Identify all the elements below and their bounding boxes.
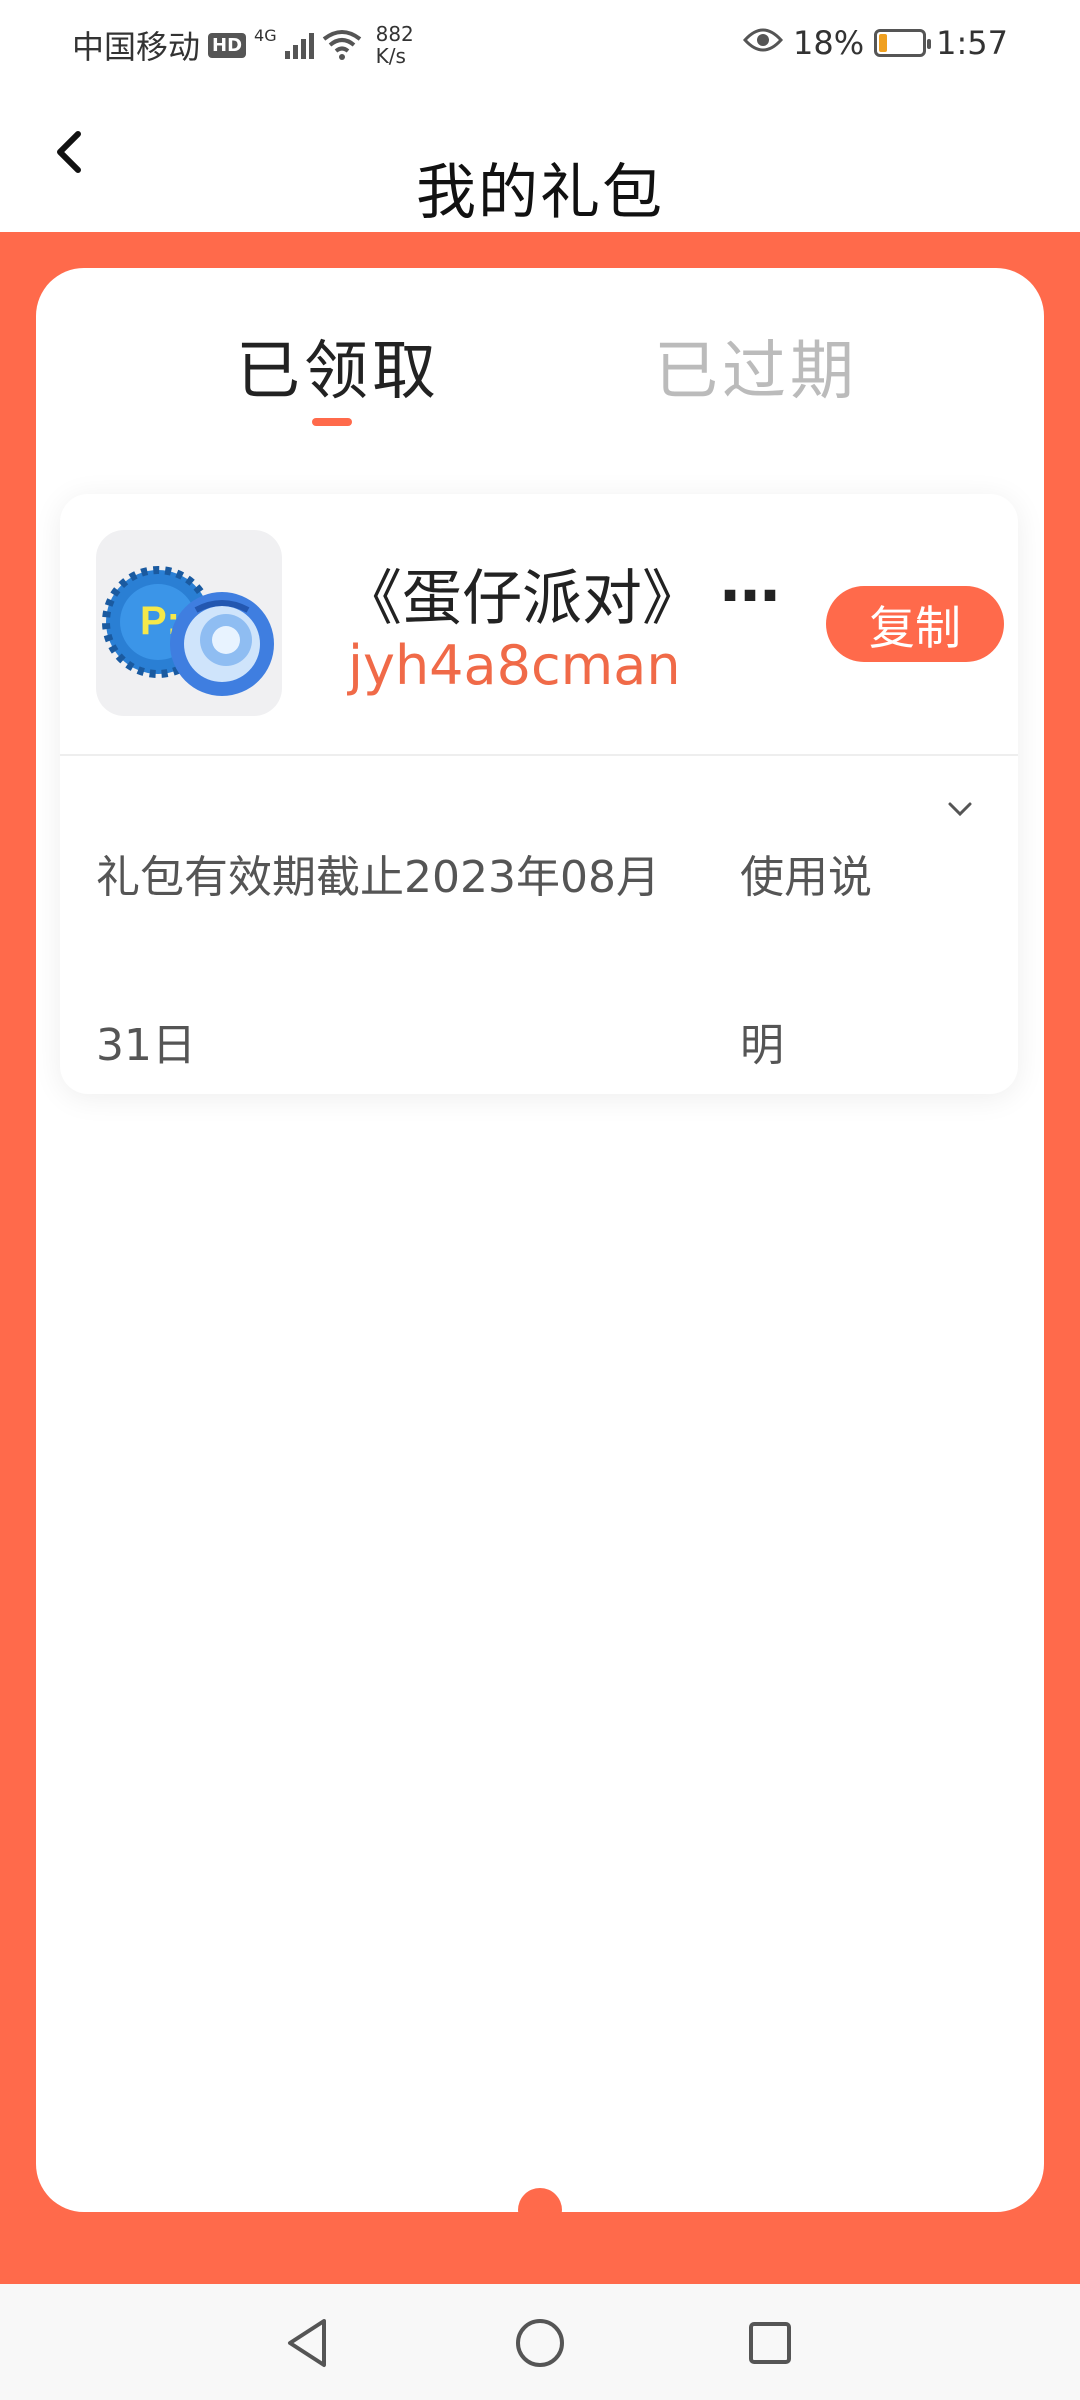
carrier-name: 中国移动 — [72, 28, 201, 66]
battery-icon — [874, 29, 932, 57]
chevron-down-icon[interactable] — [940, 790, 980, 830]
title-bar: 我的礼包 — [0, 92, 1080, 232]
scroll-indicator-dot — [518, 2188, 562, 2232]
gift-code: jyh4a8cman — [348, 634, 681, 697]
network-speed: 882 K/s — [376, 23, 414, 67]
speed-value: 882 — [375, 22, 414, 46]
square-recents-icon — [749, 2322, 791, 2364]
status-left: 中国移动 HD 4G 882 K/s — [72, 22, 414, 68]
nav-recents-button[interactable] — [735, 2308, 805, 2378]
gift-card: P: 《蛋仔派对》 … jyh4a8cman 复制 礼包有效期截止2023年08… — [60, 494, 1018, 1094]
tab-bar: 已领取 已过期 — [36, 268, 1044, 468]
system-nav-bar — [0, 2284, 1080, 2400]
game-name-ellipsis: … — [720, 546, 780, 616]
clock: 1:57 — [936, 24, 1008, 62]
network-type: 4G — [254, 25, 277, 45]
status-bar: 中国移动 HD 4G 882 K/s 18% 1:57 — [0, 0, 1080, 92]
copy-button[interactable]: 复制 — [826, 586, 1004, 662]
expiry-text: 礼包有效期截止2023年08月31日 — [96, 852, 660, 1071]
eye-icon — [742, 24, 784, 62]
active-tab-indicator — [312, 418, 352, 426]
status-right: 18% 1:57 — [742, 24, 1008, 62]
gift-list-panel: 已领取 已过期 P: 《蛋仔派对》 … jyh4a8cman 复制 礼包有效期截… — [36, 268, 1044, 2212]
speed-unit: K/s — [375, 44, 406, 68]
circle-home-icon — [516, 2319, 564, 2367]
tab-received[interactable]: 已领取 — [236, 320, 440, 412]
divider — [60, 754, 1018, 756]
wifi-icon — [322, 29, 362, 61]
nav-home-button[interactable] — [505, 2308, 575, 2378]
robot-ball-icon — [170, 592, 274, 696]
hd-badge: HD — [208, 32, 247, 58]
page-title: 我的礼包 — [416, 158, 664, 228]
triangle-back-icon — [288, 2319, 326, 2367]
game-icon: P: — [96, 530, 282, 716]
nav-back-button[interactable] — [272, 2308, 342, 2378]
signal-icon — [284, 31, 314, 59]
tab-expired[interactable]: 已过期 — [654, 320, 858, 412]
usage-instructions-link[interactable]: 使用说明 — [740, 794, 890, 1130]
battery-percent: 18% — [793, 24, 865, 62]
